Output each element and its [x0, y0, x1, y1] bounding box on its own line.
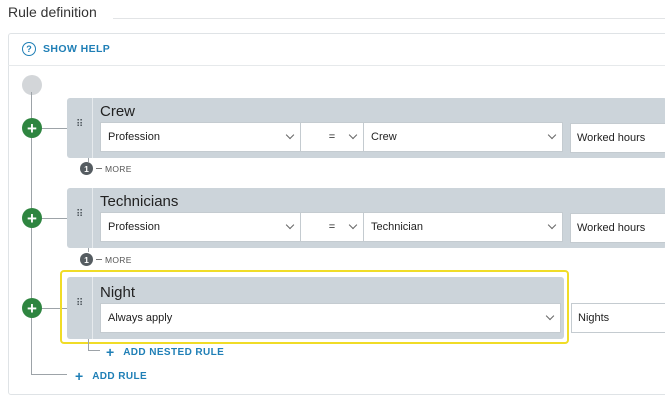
connector-dash [96, 259, 102, 260]
add-nested-rule-label: ADD NESTED RULE [123, 346, 225, 358]
chevron-down-icon [285, 130, 295, 140]
operator-select[interactable]: = [300, 212, 364, 242]
help-icon: ? [22, 42, 36, 56]
drag-handle-icon[interactable]: ⠿ [76, 210, 84, 220]
more-label: MORE [105, 254, 132, 265]
value-select-value: Crew [371, 131, 397, 143]
tree-connector [41, 218, 67, 219]
tree-connector [88, 339, 89, 350]
highlight-outline [60, 270, 569, 344]
title-divider [113, 18, 665, 19]
plus-icon: + [75, 368, 84, 384]
show-help-button[interactable]: ? SHOW HELP [22, 42, 110, 56]
help-divider [8, 65, 665, 66]
add-rule-above-technicians-button[interactable]: + [22, 208, 42, 228]
field-select[interactable]: Profession [100, 212, 301, 242]
field-select-value: Profession [108, 221, 160, 233]
value-select-value: Technician [371, 221, 423, 233]
add-rule-button[interactable]: + ADD RULE [75, 369, 147, 383]
outcome-value: Worked hours [577, 222, 646, 234]
outcome-field[interactable]: Nights [571, 303, 665, 333]
outcome-value: Nights [578, 312, 610, 324]
plus-icon: + [27, 118, 37, 138]
value-select[interactable]: Technician [363, 212, 563, 242]
field-select[interactable]: Profession [100, 122, 301, 152]
connector-dash [96, 168, 102, 169]
operator-value: = [328, 221, 336, 233]
tree-connector [88, 350, 100, 351]
section-title: Rule definition [8, 4, 97, 20]
chevron-down-icon [547, 220, 557, 230]
operator-value: = [328, 131, 336, 143]
drag-area: ⠿ [67, 98, 93, 158]
chevron-down-icon [285, 220, 295, 230]
add-nested-rule-button[interactable]: + ADD NESTED RULE [106, 345, 224, 359]
outcome-value: Worked hours [577, 132, 646, 144]
chevron-down-icon [348, 130, 358, 140]
add-rule-above-crew-button[interactable]: + [22, 118, 42, 138]
outcome-field[interactable]: Worked hours [570, 123, 665, 153]
add-rule-label: ADD RULE [92, 370, 148, 382]
operator-select[interactable]: = [300, 122, 364, 152]
more-conditions-toggle[interactable]: 1 MORE [80, 253, 132, 266]
more-conditions-toggle[interactable]: 1 MORE [80, 162, 132, 175]
tree-connector [41, 128, 67, 129]
rule-name[interactable]: Technicians [100, 193, 178, 210]
more-label: MORE [105, 163, 132, 174]
plus-icon: + [106, 344, 115, 360]
add-rule-above-night-button[interactable]: + [22, 298, 42, 318]
show-help-label: SHOW HELP [43, 43, 111, 55]
chevron-down-icon [348, 220, 358, 230]
outcome-field[interactable]: Worked hours [570, 213, 665, 243]
tree-connector [88, 248, 89, 252]
drag-area: ⠿ [67, 188, 93, 248]
value-select[interactable]: Crew [363, 122, 563, 152]
tree-connector [31, 374, 67, 375]
field-select-value: Profession [108, 131, 160, 143]
drag-handle-icon[interactable]: ⠿ [76, 120, 84, 130]
more-count-badge: 1 [80, 162, 93, 175]
plus-icon: + [27, 208, 37, 228]
plus-icon: + [27, 298, 37, 318]
rule-name[interactable]: Crew [100, 103, 135, 120]
tree-root-node [22, 75, 42, 95]
more-count-badge: 1 [80, 253, 93, 266]
chevron-down-icon [547, 130, 557, 140]
